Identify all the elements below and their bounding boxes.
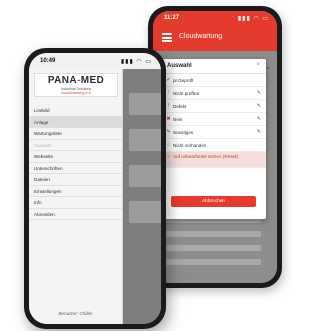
front-phone-screen: 10:49 ▮▮▮ ◠ ▭ PANA-MED Industrial Soluti… bbox=[29, 53, 161, 324]
status-icon: ! bbox=[167, 90, 170, 96]
status-indicators-icon: ▮▮▮ ◠ ▭ bbox=[120, 59, 152, 65]
status-icon: ✔ bbox=[166, 77, 171, 83]
background-card bbox=[129, 201, 161, 223]
background-field bbox=[161, 231, 261, 237]
app-header: Cloudwartung bbox=[153, 25, 277, 51]
menu-item-unterschriften[interactable]: Unterschriften bbox=[29, 163, 122, 174]
menu-item-einstellungen[interactable]: Einstellungen bbox=[29, 186, 122, 197]
dialog-options: ✔ pr.Geprüft! Nicht prüfbar ✎! Defekt ✎ ✖ Nein ✎… bbox=[161, 74, 266, 168]
dialog-option-label: Nicht vorhanden bbox=[173, 143, 207, 148]
dialog-option[interactable]: ○ Nicht vorhanden bbox=[161, 139, 266, 152]
logo-wordmark: PANA-MED bbox=[47, 75, 105, 86]
dialog-title: Auswahl bbox=[167, 63, 192, 69]
dialog-option-label: Nein bbox=[173, 117, 183, 122]
status-icon: ! bbox=[167, 103, 170, 109]
drawer-menu: Livebild Anlage Wartungsliste Auswahl Websei… bbox=[29, 105, 122, 220]
status-indicators-icon: ▮▮▮ ◠ ▭ bbox=[237, 16, 269, 22]
dialog-option[interactable]: ✎ Sonstiges ✎ bbox=[161, 126, 266, 139]
background-field bbox=[161, 245, 261, 251]
status-bar: 11:27 ▮▮▮ ◠ ▭ bbox=[153, 11, 277, 25]
dialog-header: Auswahl × bbox=[161, 59, 266, 74]
status-icon: ✎ bbox=[166, 129, 171, 135]
menu-item-webseite[interactable]: Webseite bbox=[29, 151, 122, 163]
front-phone: 10:49 ▮▮▮ ◠ ▭ PANA-MED Industrial Soluti… bbox=[24, 48, 166, 329]
reset-option[interactable]: ○ Auf unbearbeitet setzen (Reset) bbox=[161, 152, 266, 168]
edit-icon[interactable]: ✎ bbox=[257, 129, 261, 135]
background-field bbox=[161, 259, 261, 265]
current-user: Benutzer: Chiller bbox=[58, 311, 93, 316]
background-card bbox=[129, 93, 161, 115]
pana-med-logo: PANA-MED Industrial Solutions cloudWartu… bbox=[34, 73, 118, 97]
app-showcase: 11:27 ▮▮▮ ◠ ▭ Cloudwartung Fehler protok… bbox=[0, 0, 299, 331]
menu-item-info[interactable]: Info bbox=[29, 197, 122, 209]
header-title: Cloudwartung bbox=[179, 33, 223, 40]
cancel-button[interactable]: Abbrechen bbox=[171, 196, 256, 207]
dialog-option-label: pr.Geprüft bbox=[173, 78, 194, 83]
edit-icon[interactable]: ✎ bbox=[257, 90, 261, 96]
dialog-option[interactable]: ! Nicht prüfbar ✎ bbox=[161, 87, 266, 100]
selection-dialog: Auswahl × ✔ pr.Geprüft! Nicht prüfbar ✎! Def… bbox=[161, 59, 266, 219]
back-phone-screen: 11:27 ▮▮▮ ◠ ▭ Cloudwartung Fehler protok… bbox=[153, 11, 277, 283]
close-icon[interactable]: × bbox=[256, 62, 260, 68]
dialog-option-label: Nicht prüfbar bbox=[173, 91, 200, 96]
reset-icon: ○ bbox=[166, 154, 171, 160]
menu-item-abmelden[interactable]: Abmelden bbox=[29, 209, 122, 220]
status-icon: ○ bbox=[166, 142, 171, 148]
dimmed-content[interactable] bbox=[123, 69, 161, 324]
dialog-option[interactable]: ✔ pr.Geprüft bbox=[161, 74, 266, 87]
menu-item-anlage[interactable]: Anlage bbox=[29, 116, 122, 128]
reset-option-label: Auf unbearbeitet setzen (Reset) bbox=[173, 154, 238, 159]
status-bar: 10:49 ▮▮▮ ◠ ▭ bbox=[29, 53, 161, 69]
dialog-option-label: Defekt bbox=[173, 104, 187, 109]
status-time: 11:27 bbox=[164, 15, 180, 21]
back-phone: 11:27 ▮▮▮ ◠ ▭ Cloudwartung Fehler protok… bbox=[148, 6, 282, 288]
menu-item-wartungsliste[interactable]: Wartungsliste bbox=[29, 128, 122, 140]
background-card bbox=[129, 165, 161, 187]
dialog-option-label: Sonstiges bbox=[173, 130, 194, 135]
menu-item-dateien[interactable]: Dateien bbox=[29, 174, 122, 186]
dialog-option[interactable]: ✖ Nein ✎ bbox=[161, 113, 266, 126]
navigation-drawer: PANA-MED Industrial Solutions cloudWartu… bbox=[29, 69, 123, 324]
dialog-option[interactable]: ! Defekt ✎ bbox=[161, 100, 266, 113]
menu-item-livebild[interactable]: Livebild bbox=[29, 105, 122, 117]
edit-icon[interactable]: ✎ bbox=[257, 103, 261, 109]
hamburger-menu-icon[interactable] bbox=[162, 33, 172, 42]
edit-icon[interactable]: ✎ bbox=[257, 116, 261, 122]
background-card bbox=[129, 129, 161, 151]
logo-product: cloudWartung 4.0 bbox=[61, 91, 91, 95]
menu-item-auswahl: Auswahl bbox=[29, 140, 122, 151]
status-time: 10:49 bbox=[40, 58, 56, 64]
status-icon: ✖ bbox=[166, 116, 171, 122]
